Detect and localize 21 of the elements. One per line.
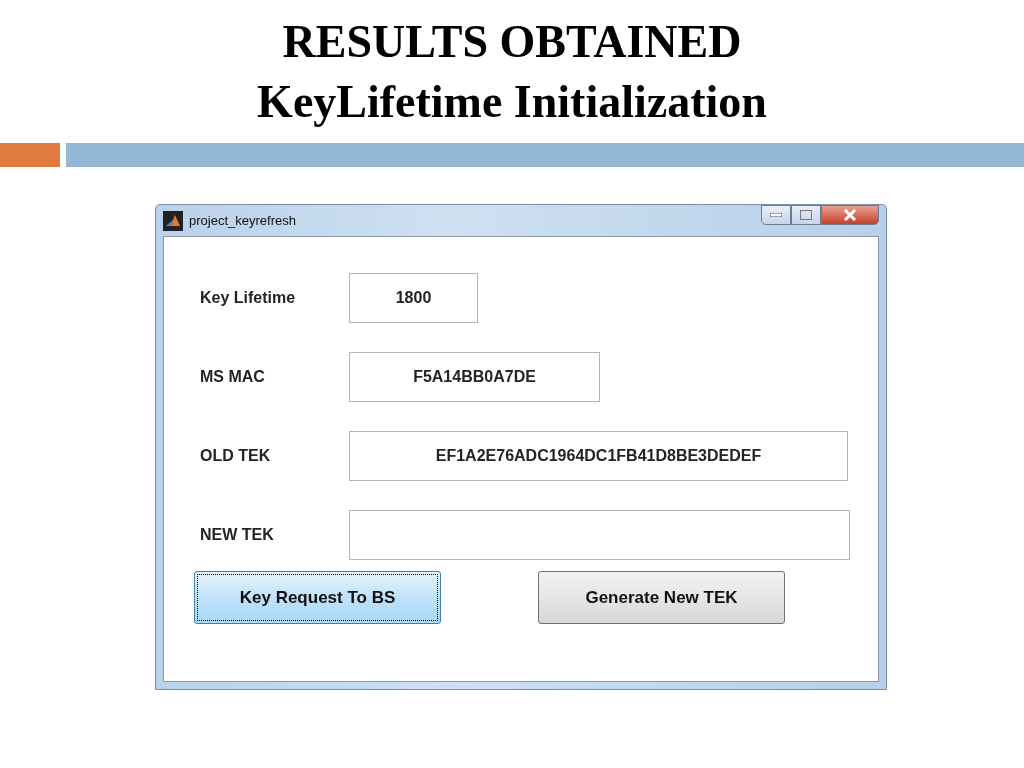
close-button[interactable] — [821, 205, 879, 225]
minimize-button[interactable] — [761, 205, 791, 225]
field-label: Key Lifetime — [199, 288, 297, 308]
text-field[interactable]: F5A14BB0A7DE — [349, 352, 600, 402]
app-icon — [163, 210, 183, 231]
maximize-button[interactable] — [791, 205, 821, 225]
text-field[interactable] — [349, 510, 850, 560]
close-icon — [843, 209, 857, 221]
field-label: MS MAC — [199, 367, 266, 387]
action-button[interactable]: Generate New TEK — [538, 571, 785, 624]
window-title: project_keyrefresh — [189, 211, 296, 230]
field-label: OLD TEK — [199, 446, 272, 466]
action-button[interactable]: Key Request To BS — [194, 571, 441, 624]
text-field[interactable]: EF1A2E76ADC1964DC1FB41D8BE3DEDEF — [349, 431, 848, 481]
minimize-icon — [770, 213, 782, 217]
slide-title: KeyLifetime Initialization — [256, 75, 768, 129]
text-field[interactable]: 1800 — [349, 273, 478, 323]
field-label: NEW TEK — [199, 525, 275, 545]
slide-title: RESULTS OBTAINED — [281, 15, 743, 69]
accent-bar — [0, 143, 60, 167]
maximize-icon — [800, 210, 812, 220]
